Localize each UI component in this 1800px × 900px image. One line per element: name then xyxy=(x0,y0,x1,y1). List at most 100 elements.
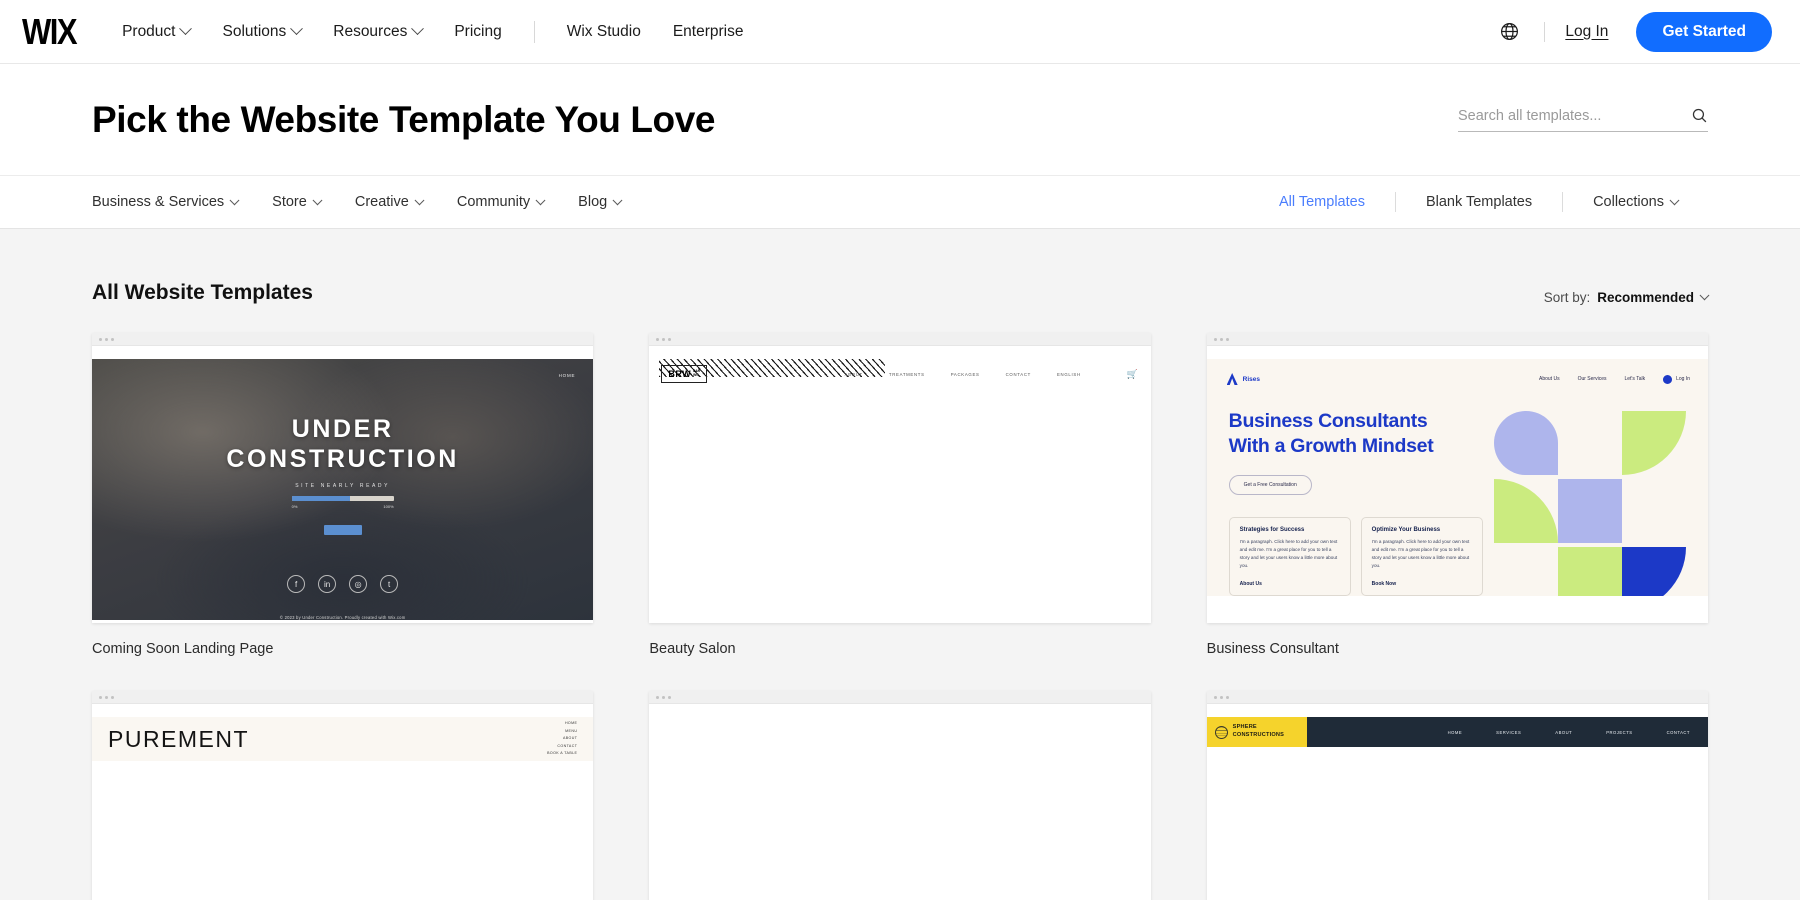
preview-brand-sub: BAR INC xyxy=(693,369,700,377)
hero-section: Pick the Website Template You Love xyxy=(0,64,1800,175)
nav-item-pricing[interactable]: Pricing xyxy=(438,17,517,47)
chevron-down-icon xyxy=(414,194,425,205)
get-started-button[interactable]: Get Started xyxy=(1636,11,1772,52)
preview-nav-links: About Us Our Services Let's Talk Log In xyxy=(1539,374,1690,384)
browser-chrome xyxy=(92,333,594,346)
preview-info-card: Optimize Your Business I'm a paragraph. … xyxy=(1360,516,1483,597)
tab-all-templates[interactable]: All Templates xyxy=(1249,194,1395,210)
preview-language-select: ENGLISH xyxy=(1056,371,1081,377)
preview-nav: HOME xyxy=(558,373,576,378)
tab-collections[interactable]: Collections xyxy=(1563,194,1708,210)
chrome-dot xyxy=(105,695,108,699)
preview-nav-item: ABOUT xyxy=(562,736,578,741)
chrome-dot xyxy=(662,337,666,341)
sort-by-dropdown[interactable]: Sort by: Recommended xyxy=(1544,290,1710,305)
preview-nav-item: PROJECTS xyxy=(1606,729,1633,735)
preview-heading-line2: CONSTRUCTION xyxy=(226,444,459,473)
preview-topnav: SPHERE CONSTRUCTIONS HOME SERVICES ABOUT… xyxy=(1206,717,1708,747)
top-navigation-bar: WIX Product Solutions Resources Pricing … xyxy=(0,0,1800,64)
template-preview-restaurant: PUREMENT HOME MENU ABOUT CONTACT BOOK A … xyxy=(92,717,594,761)
wix-logo[interactable]: WIX xyxy=(22,13,78,50)
category-business-services[interactable]: Business & Services xyxy=(92,194,240,210)
template-card[interactable]: PUREMENT HOME MENU ABOUT CONTACT BOOK A … xyxy=(92,691,594,900)
preview-heading: UNDER CONSTRUCTION xyxy=(92,415,593,474)
browser-chrome xyxy=(92,691,594,704)
tab-blank-templates[interactable]: Blank Templates xyxy=(1396,194,1562,210)
browser-chrome xyxy=(649,691,1151,704)
info-card-link: About Us xyxy=(1239,581,1262,588)
preview-nav-links: ABOUT TREATMENTS PACKAGES CONTACT ENGLIS… xyxy=(845,369,1139,380)
instagram-icon: ◎ xyxy=(349,575,368,593)
preview-brand-text: BRW xyxy=(668,369,692,379)
nav-item-resources[interactable]: Resources xyxy=(317,17,438,47)
template-type-tabs: All Templates Blank Templates Collection… xyxy=(1249,192,1708,212)
shape-lime-1 xyxy=(1622,411,1686,475)
template-thumbnail[interactable]: SPHERE CONSTRUCTIONS HOME SERVICES ABOUT… xyxy=(1206,691,1708,900)
search-icon[interactable] xyxy=(1691,107,1708,124)
preview-subtitle: SITE NEARLY READY xyxy=(295,483,391,489)
preview-nav-item: CONTACT xyxy=(557,743,578,748)
globe-icon[interactable] xyxy=(1489,17,1530,46)
template-thumbnail[interactable]: BRW BAR INC ABOUT TREATMENTS PACKAGES CO… xyxy=(649,333,1151,623)
category-blog[interactable]: Blog xyxy=(578,194,623,210)
nav-item-product[interactable]: Product xyxy=(122,17,206,47)
chevron-down-icon xyxy=(312,194,323,205)
shape-blue-1 xyxy=(1622,547,1686,597)
chevron-down-icon xyxy=(1669,194,1680,205)
preview-nav-item: MENU xyxy=(565,728,578,733)
search-input[interactable] xyxy=(1458,107,1683,124)
chevron-down-icon xyxy=(290,22,304,36)
template-thumbnail[interactable]: HOME UNDER CONSTRUCTION SITE NEARLY READ… xyxy=(92,333,594,623)
nav-label: Enterprise xyxy=(672,22,744,40)
nav-item-enterprise[interactable]: Enterprise xyxy=(657,17,760,47)
template-card[interactable]: Skyline Home Subscribe OUR NEW SITE IS C… xyxy=(649,691,1151,900)
nav-item-solutions[interactable]: Solutions xyxy=(206,17,317,47)
chevron-down-icon xyxy=(612,194,623,205)
category-label: Community xyxy=(456,194,531,210)
template-card[interactable]: SPHERE CONSTRUCTIONS HOME SERVICES ABOUT… xyxy=(1206,691,1708,900)
preview-nav-item: CONTACT xyxy=(1005,371,1031,377)
nav-label: Product xyxy=(122,22,176,40)
template-preview-under-construction: HOME UNDER CONSTRUCTION SITE NEARLY READ… xyxy=(92,359,594,620)
preview-nav-item: HOME xyxy=(1447,729,1463,735)
category-store[interactable]: Store xyxy=(272,194,323,210)
chrome-dot xyxy=(105,337,108,341)
brand-sub-2: INC xyxy=(693,372,699,377)
preview-nav-links: HOME SERVICES ABOUT PROJECTS CONTACT xyxy=(1448,730,1708,735)
template-card[interactable]: Rises About Us Our Services Let's Talk L… xyxy=(1206,333,1708,691)
chrome-dot xyxy=(662,695,666,699)
sort-by-value: Recommended xyxy=(1597,290,1694,305)
facebook-icon: f xyxy=(287,575,306,593)
category-filter-bar: Business & Services Store Creative Commu… xyxy=(0,175,1800,229)
preview-nav-item: TREATMENTS xyxy=(888,371,925,377)
category-creative[interactable]: Creative xyxy=(355,194,425,210)
preview-heading-line2: With a Growth Mindset xyxy=(1228,434,1434,457)
chrome-dot xyxy=(668,337,672,341)
preview-nav-item: BOOK A TABLE xyxy=(547,751,578,756)
templates-grid: HOME UNDER CONSTRUCTION SITE NEARLY READ… xyxy=(92,333,1708,900)
preview-nav-item: CONTACT xyxy=(1666,729,1690,735)
main-nav-links: Product Solutions Resources Pricing Wix … xyxy=(122,17,759,47)
preview-heading-line1: UNDER xyxy=(291,415,394,443)
template-card[interactable]: HOME UNDER CONSTRUCTION SITE NEARLY READ… xyxy=(92,333,594,691)
template-thumbnail[interactable]: Skyline Home Subscribe OUR NEW SITE IS C… xyxy=(649,691,1151,900)
info-card-title: Optimize Your Business xyxy=(1371,526,1441,533)
section-title: All Website Templates xyxy=(92,281,313,304)
template-name: Beauty Salon xyxy=(649,641,736,657)
preview-consultation-button: Get a Free Consultation xyxy=(1228,474,1312,495)
preview-info-card: Strategies for Success I'm a paragraph. … xyxy=(1228,516,1351,597)
log-in-link[interactable]: Log In xyxy=(1559,19,1614,45)
preview-login-label: Log In xyxy=(1676,376,1690,382)
nav-label: Pricing xyxy=(454,22,502,40)
nav-item-wix-studio[interactable]: Wix Studio xyxy=(551,17,657,47)
preview-heading-line1: Business Consultants xyxy=(1228,410,1428,432)
template-thumbnail[interactable]: Rises About Us Our Services Let's Talk L… xyxy=(1206,333,1708,623)
preview-nav-item: Our Services xyxy=(1577,376,1607,382)
preview-nav-item: About Us xyxy=(1539,376,1560,382)
template-thumbnail[interactable]: PUREMENT HOME MENU ABOUT CONTACT BOOK A … xyxy=(92,691,594,900)
preview-nav-item: PACKAGES xyxy=(950,371,980,377)
cart-icon: 🛒 xyxy=(1126,368,1139,379)
category-community[interactable]: Community xyxy=(456,194,546,210)
template-card[interactable]: BRW BAR INC ABOUT TREATMENTS PACKAGES CO… xyxy=(649,333,1151,691)
template-search[interactable] xyxy=(1458,107,1708,132)
